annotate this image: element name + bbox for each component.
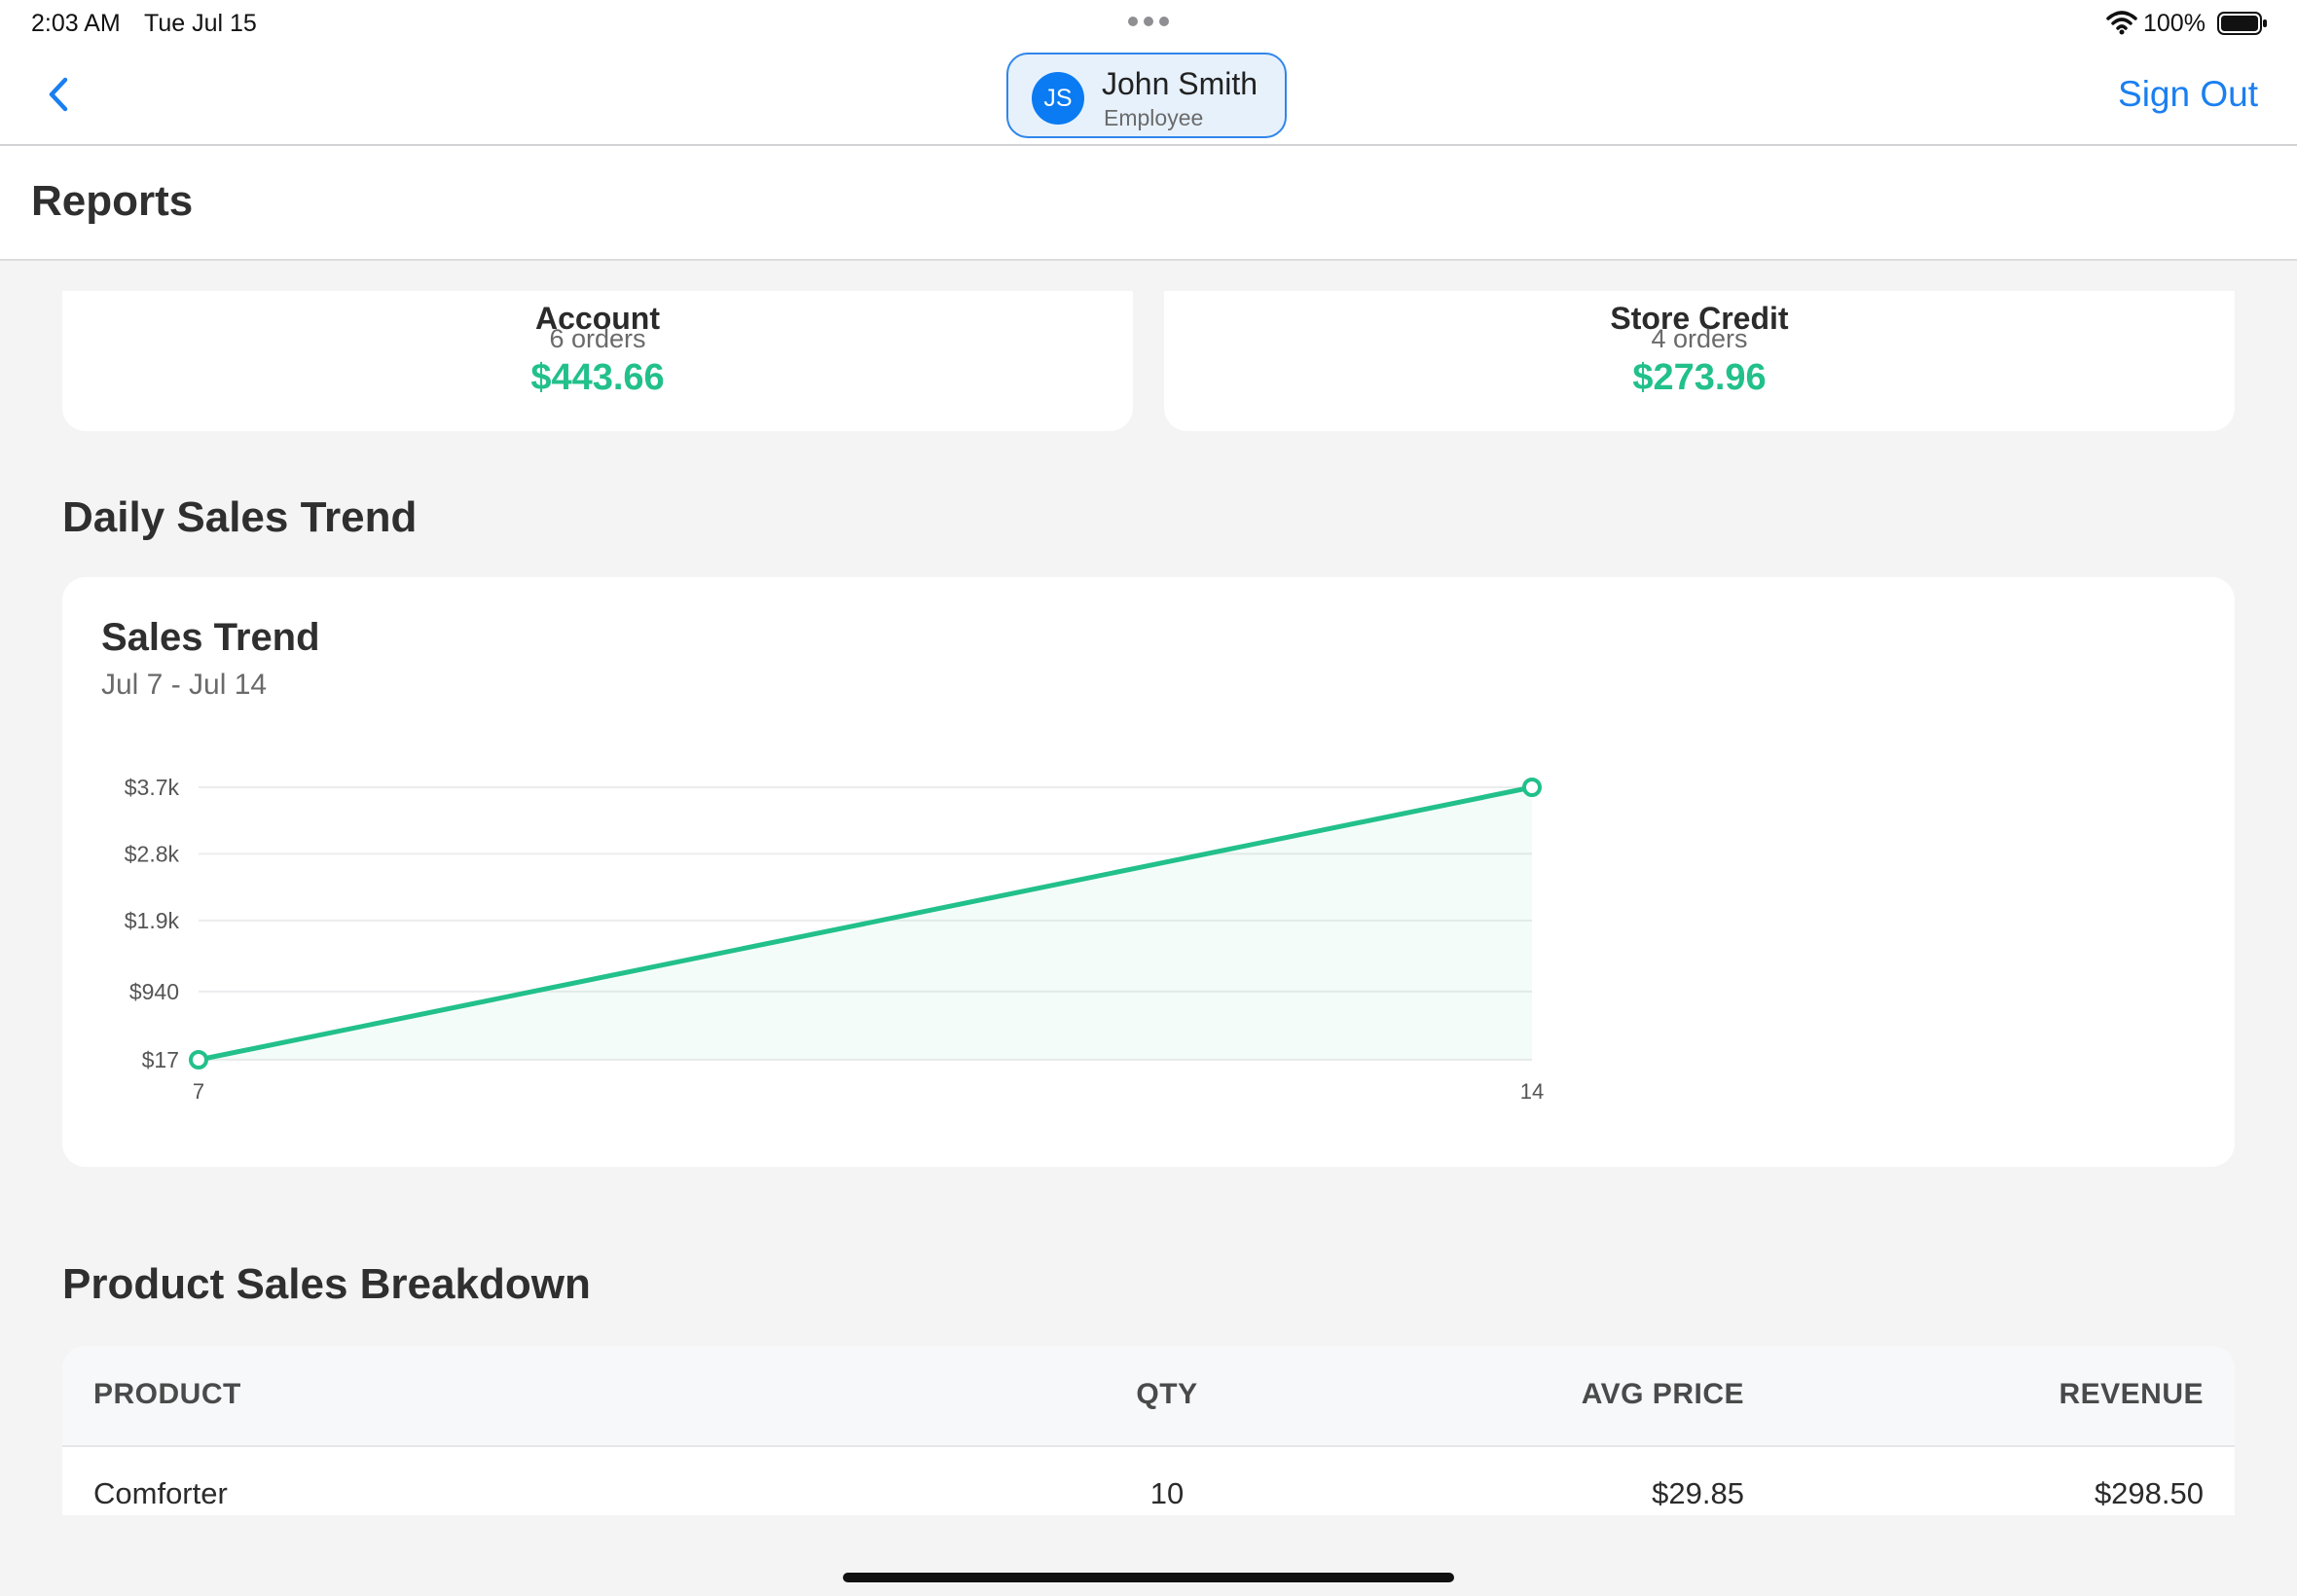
payment-method-card-account: Account 6 orders $443.66 [62,291,1133,431]
column-header-avg-price[interactable]: AVG PRICE [1582,1378,1744,1411]
user-name: John Smith [1102,66,1258,101]
home-indicator[interactable] [843,1573,1454,1582]
column-header-revenue[interactable]: REVENUE [2059,1378,2204,1411]
page-header: Reports [0,146,2297,261]
y-tick-label: $17 [142,1047,179,1072]
cell-revenue: $298.50 [2094,1476,2204,1510]
y-tick-label: $940 [129,979,179,1004]
battery-percent: 100% [2143,10,2206,37]
payment-method-amount: $443.66 [530,357,665,398]
table-header-row: PRODUCT QTY AVG PRICE REVENUE [62,1346,2235,1447]
table-row[interactable]: Comforter 10 $29.85 $298.50 [62,1447,2235,1515]
data-point [1522,778,1542,797]
page-title: Reports [31,177,194,225]
back-chevron-icon[interactable] [47,76,70,118]
report-content[interactable]: Account 6 orders $443.66 Store Credit 4 … [0,291,2297,1515]
y-tick-label: $1.9k [125,908,180,933]
multitasking-dots-icon[interactable] [1127,14,1170,34]
cell-product: Comforter [93,1476,228,1510]
avatar: JS [1032,72,1084,125]
x-tick-label: 7 [193,1079,204,1104]
cell-avg-price: $29.85 [1652,1476,1744,1510]
y-tick-label: $2.8k [125,841,180,866]
cell-qty: 10 [1149,1476,1185,1510]
navigation-bar: JS John Smith Employee Sign Out [0,47,2297,146]
user-profile-chip[interactable]: JS John Smith Employee [1006,53,1287,138]
payment-method-card-store-credit: Store Credit 4 orders $273.96 [1164,291,2235,431]
sales-trend-card: Sales Trend Jul 7 - Jul 14 $17 $940 $1.9k $… [62,577,2235,1167]
battery-icon [2217,12,2268,40]
status-date: Tue Jul 15 [144,10,257,37]
status-bar: 2:03 AM Tue Jul 15 100% [0,0,2297,47]
payment-method-orders: 4 orders [1651,324,1748,353]
column-header-qty[interactable]: QTY [1118,1378,1216,1411]
sign-out-button[interactable]: Sign Out [2118,74,2258,115]
payment-method-orders: 6 orders [549,324,646,353]
payment-method-amount: $273.96 [1632,357,1767,398]
sales-trend-chart: $17 $940 $1.9k $2.8k $3.7k 7 14 [125,775,1545,1104]
data-point [189,1050,208,1070]
x-tick-label: 14 [1520,1079,1544,1104]
status-time: 2:03 AM [31,10,121,37]
daily-sales-section-title: Daily Sales Trend [62,493,418,541]
y-tick-label: $3.7k [125,775,180,800]
column-header-product[interactable]: PRODUCT [93,1378,241,1411]
product-sales-section-title: Product Sales Breakdown [62,1260,591,1308]
wifi-icon [2106,10,2137,40]
product-sales-table: PRODUCT QTY AVG PRICE REVENUE Comforter … [62,1346,2235,1515]
user-role: Employee [1104,105,1204,130]
